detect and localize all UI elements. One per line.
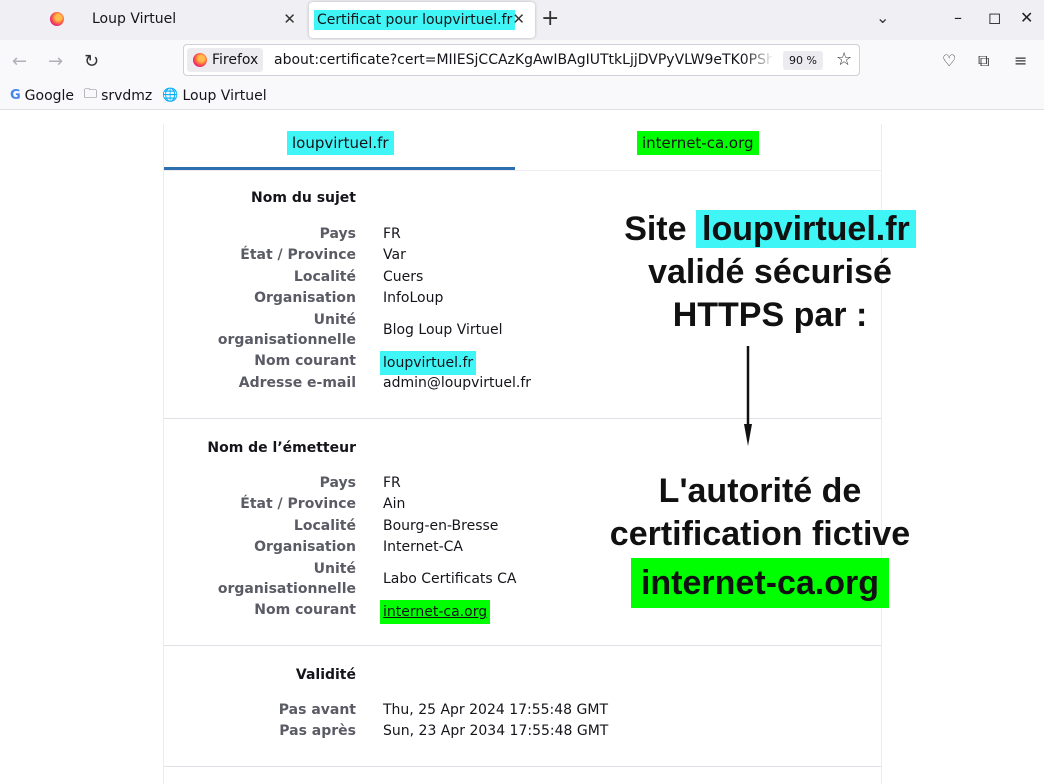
field-label: État / Province [240, 247, 356, 263]
annotation-line-5: certification fictive [609, 515, 911, 553]
field-value: Labo Certificats CA [383, 571, 517, 587]
bookmark-label: srvdmz [101, 87, 153, 104]
navigation-toolbar: ← → ↻ Firefox about:certificate?cert=MII… [0, 40, 1044, 82]
hamburger-menu-icon[interactable]: ≡ [1014, 51, 1027, 70]
tab-certificate[interactable]: Certificat pour loupvirtuel.fr ✕ [309, 2, 535, 38]
subject-common-name: loupvirtuel.fr [380, 351, 477, 375]
field-value: InfoLoup [383, 290, 444, 306]
pocket-icon[interactable]: ♡ [942, 51, 956, 70]
globe-icon: 🌐 [162, 88, 179, 103]
firefox-icon [50, 12, 64, 26]
field-value: Sun, 23 Apr 2034 17:55:48 GMT [383, 723, 609, 739]
field-label: Nom courant [254, 602, 356, 618]
field-label: Unité organisationnelle [217, 312, 356, 348]
field-value: FR [383, 475, 401, 491]
annotation-line-4: L'autorité de [658, 472, 862, 510]
annotation-site-highlight: loupvirtuel.fr [696, 210, 916, 248]
field-value: admin@loupvirtuel.fr [383, 375, 532, 391]
maximize-window-icon[interactable]: ◻ [988, 8, 1001, 27]
list-all-tabs-icon[interactable]: ⌄ [876, 8, 889, 27]
field-value: FR [383, 226, 401, 242]
back-button[interactable]: ← [12, 51, 27, 72]
validity-heading: Validité [295, 667, 356, 683]
forward-button[interactable]: → [48, 51, 63, 72]
field-value: Blog Loup Virtuel [383, 322, 503, 338]
identity-box[interactable]: Firefox [187, 48, 263, 72]
bookmark-label: Google [24, 87, 75, 104]
field-value: Cuers [383, 269, 424, 285]
field-value: Bourg-en-Bresse [383, 518, 499, 534]
field-label: Adresse e-mail [238, 375, 356, 391]
annotation-line-1: Site loupvirtuel.fr [560, 208, 980, 251]
bookmark-loup-virtuel[interactable]: 🌐 Loup Virtuel [162, 88, 266, 104]
annotation-ca-highlight: internet-ca.org [630, 558, 890, 608]
folder-icon: 🗀 [84, 86, 98, 102]
annotation-line-3: HTTPS par : [672, 296, 868, 334]
url-bar[interactable]: Firefox about:certificate?cert=MIIESjCCA… [183, 44, 860, 76]
url-fade [744, 49, 774, 71]
issuer-heading: Nom de l’émetteur [207, 440, 356, 456]
annotation-bottom: L'autorité de certification fictive inte… [560, 470, 960, 608]
bookmark-label: Loup Virtuel [182, 87, 267, 104]
field-label: Localité [293, 269, 356, 285]
google-icon: G [10, 88, 21, 103]
tab-title: Loup Virtuel [92, 11, 177, 27]
bookmark-star-icon[interactable]: ☆ [836, 49, 852, 70]
annotation-site-prefix: Site [624, 210, 687, 248]
field-label: Organisation [254, 290, 356, 306]
field-value: Internet-CA [383, 539, 463, 555]
down-arrow-icon [744, 346, 752, 446]
field-label: Pays [319, 226, 356, 242]
field-label: Unité organisationnelle [217, 561, 356, 597]
field-label: Pas après [279, 723, 356, 739]
new-tab-button[interactable]: + [541, 6, 559, 31]
field-value: Thu, 25 Apr 2024 17:55:48 GMT [383, 702, 609, 718]
issuer-common-name-link[interactable]: internet-ca.org [380, 600, 491, 624]
bookmark-google[interactable]: G Google [10, 88, 74, 104]
extensions-icon[interactable]: ⧉ [978, 51, 989, 71]
zoom-indicator[interactable]: 90 % [783, 51, 823, 70]
annotation-top: Site loupvirtuel.fr validé sécurisé HTTP… [560, 208, 980, 337]
field-label: Organisation [254, 539, 356, 555]
field-value: Ain [383, 496, 406, 512]
field-value: Var [383, 247, 406, 263]
pinned-tab[interactable] [36, 0, 78, 38]
firefox-icon [193, 53, 207, 67]
identity-label: Firefox [212, 52, 259, 68]
annotation-line-2: validé sécurisé [648, 253, 892, 291]
tab-strip: Loup Virtuel ✕ Certificat pour loupvirtu… [0, 0, 1044, 40]
field-label: Nom courant [254, 353, 356, 369]
reload-button[interactable]: ↻ [84, 51, 99, 72]
field-label: Pas avant [278, 702, 356, 718]
tab-title: Certificat pour loupvirtuel.fr [314, 10, 516, 30]
bookmarks-toolbar: G Google 🗀 srvdmz 🌐 Loup Virtuel [0, 82, 1044, 110]
section-divider [164, 418, 881, 419]
field-label: Localité [293, 518, 356, 534]
cert-tab-internet-ca[interactable]: internet-ca.org [637, 131, 759, 155]
section-divider [164, 766, 881, 767]
bookmark-srvdmz[interactable]: 🗀 srvdmz [84, 85, 152, 107]
close-tab-icon[interactable]: ✕ [283, 10, 296, 28]
close-window-icon[interactable]: ✕ [1020, 8, 1033, 27]
subject-heading: Nom du sujet [251, 190, 356, 206]
active-tab-underline [164, 167, 515, 170]
certificate-tabs: loupvirtuel.fr internet-ca.org [164, 124, 881, 171]
annotation-line-6-wrap: internet-ca.org [560, 558, 960, 608]
field-label: État / Province [240, 496, 356, 512]
minimize-window-icon[interactable]: – [954, 8, 962, 27]
tab-loup-virtuel[interactable]: Loup Virtuel ✕ [80, 0, 306, 38]
cert-tab-loupvirtuel[interactable]: loupvirtuel.fr [287, 131, 394, 155]
field-label: Pays [319, 475, 356, 491]
url-text[interactable]: about:certificate?cert=MIIESjCCAzKgAwIBA… [274, 52, 772, 68]
close-tab-icon[interactable]: ✕ [512, 10, 525, 28]
section-divider [164, 645, 881, 646]
